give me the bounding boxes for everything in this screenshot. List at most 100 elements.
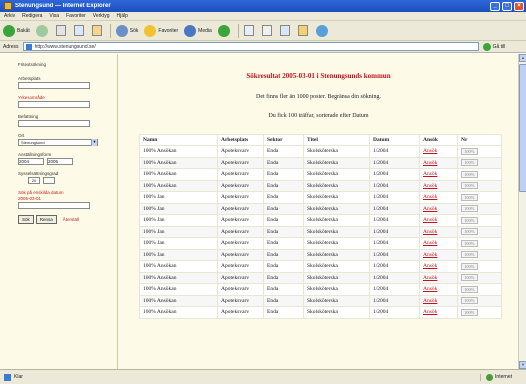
search-label: Sök bbox=[129, 27, 139, 34]
media-button[interactable]: Media bbox=[184, 24, 212, 37]
apply-link[interactable]: Ansök bbox=[419, 271, 458, 284]
menu-view[interactable]: Visa bbox=[49, 13, 59, 19]
apply-link[interactable]: Ansök bbox=[419, 179, 458, 192]
date-input[interactable] bbox=[18, 202, 90, 209]
scroll-thumb[interactable] bbox=[519, 64, 526, 192]
home-button[interactable] bbox=[91, 25, 104, 36]
refresh-button[interactable] bbox=[73, 25, 86, 36]
apply-link[interactable]: Ansök bbox=[419, 260, 458, 273]
apply-link[interactable]: Ansök bbox=[419, 225, 458, 238]
col-date[interactable]: Datum bbox=[369, 134, 420, 146]
forward-button[interactable] bbox=[35, 24, 50, 37]
apply-link[interactable]: Ansök bbox=[419, 294, 458, 307]
apply-link[interactable]: Ansök bbox=[419, 237, 458, 250]
row-action-button[interactable]: 100% bbox=[461, 147, 478, 155]
clear-form-button[interactable]: Rensa bbox=[35, 215, 57, 224]
table-cell: Apoteksvarv bbox=[217, 248, 264, 261]
go-label: Gå till bbox=[492, 43, 506, 50]
table-cell: Skolsköterska bbox=[303, 202, 370, 215]
year-from-input[interactable]: 2004 bbox=[18, 158, 44, 165]
edit-button[interactable] bbox=[279, 25, 292, 36]
area-input[interactable] bbox=[18, 101, 90, 108]
col-nr[interactable]: Nr bbox=[457, 134, 502, 146]
scroll-down-icon[interactable]: ▼ bbox=[519, 361, 526, 369]
row-action-button[interactable]: 100% bbox=[461, 159, 478, 167]
apply-link[interactable]: Ansök bbox=[419, 156, 458, 169]
table-row: 100% Jan Apoteksvarv Enda Skolsköterska 1/20… bbox=[139, 248, 502, 261]
row-action-button[interactable]: 100% bbox=[461, 274, 478, 282]
maximize-button[interactable]: □ bbox=[502, 1, 512, 11]
table-cell: Skolsköterska bbox=[303, 306, 370, 319]
apply-link[interactable]: Ansök bbox=[419, 214, 458, 227]
page-title: Sökresultat 2005-03-01 i Stenungsunds ko… bbox=[246, 72, 391, 80]
close-button[interactable]: × bbox=[514, 1, 524, 11]
row-action-button[interactable]: 100% bbox=[461, 193, 478, 201]
table-cell: Skolsköterska bbox=[303, 214, 370, 227]
menu-edit[interactable]: Redigera bbox=[22, 13, 42, 19]
search-form-button[interactable]: Sök bbox=[18, 215, 34, 224]
col-sector[interactable]: Sektor bbox=[263, 134, 304, 146]
history-button[interactable] bbox=[217, 24, 232, 37]
row-action-button[interactable]: 100% bbox=[461, 262, 478, 270]
row-action-button[interactable]: 100% bbox=[461, 216, 478, 224]
apply-link[interactable]: Ansök bbox=[419, 202, 458, 215]
col-workplace[interactable]: Arbetsplats bbox=[217, 134, 264, 146]
menu-file[interactable]: Arkiv bbox=[4, 13, 15, 19]
go-button[interactable]: Gå till bbox=[482, 42, 506, 51]
folder-button[interactable] bbox=[297, 25, 310, 36]
apply-link[interactable]: Ansök bbox=[419, 168, 458, 181]
apply-link[interactable]: Ansök bbox=[419, 283, 458, 296]
col-name[interactable]: Namn bbox=[139, 134, 218, 146]
apply-link[interactable]: Ansök bbox=[419, 306, 458, 319]
print-button[interactable] bbox=[261, 25, 274, 36]
stop-button[interactable] bbox=[55, 25, 68, 36]
messenger-button[interactable] bbox=[315, 24, 330, 37]
row-action-button[interactable]: 100% bbox=[461, 239, 478, 247]
workplace-input[interactable] bbox=[18, 82, 90, 89]
security-zone: Internet bbox=[480, 373, 512, 381]
col-apply[interactable]: Ansök bbox=[419, 134, 458, 146]
scroll-up-icon[interactable]: ▲ bbox=[519, 54, 526, 62]
table-cell: 100% Jan bbox=[139, 225, 218, 238]
location-label: Ort bbox=[18, 133, 25, 138]
search-button[interactable]: Sök bbox=[115, 24, 139, 37]
menu-tools[interactable]: Verktyg bbox=[93, 13, 110, 19]
reset-link[interactable]: Återställ bbox=[63, 217, 79, 222]
address-input[interactable]: http://www.stenungsund.se/ bbox=[22, 42, 479, 51]
row-action-button[interactable]: 100% bbox=[461, 308, 478, 316]
minimize-button[interactable]: _ bbox=[490, 1, 500, 11]
menu-favorites[interactable]: Favoriter bbox=[66, 13, 86, 19]
table-cell: Skolsköterska bbox=[303, 145, 370, 158]
table-cell: Apoteksvarv bbox=[217, 283, 264, 296]
row-action-button[interactable]: 100% bbox=[461, 251, 478, 259]
table-cell: 100% Jan bbox=[139, 191, 218, 204]
row-action-button[interactable]: 100% bbox=[461, 297, 478, 305]
row-action-button[interactable]: 100% bbox=[461, 182, 478, 190]
row-action-button[interactable]: 100% bbox=[461, 285, 478, 293]
table-cell: Apoteksvarv bbox=[217, 225, 264, 238]
vertical-scrollbar[interactable]: ▲ ▼ bbox=[518, 54, 526, 369]
extent-input[interactable]: 20 bbox=[28, 177, 40, 184]
table-cell: Apoteksvarv bbox=[217, 191, 264, 204]
row-action-button[interactable]: 100% bbox=[461, 228, 478, 236]
year-to-input[interactable]: 2005 bbox=[47, 158, 73, 165]
extent-unit-input[interactable] bbox=[43, 177, 55, 184]
favorites-button[interactable]: Favoriter bbox=[144, 24, 178, 37]
apply-link[interactable]: Ansök bbox=[419, 191, 458, 204]
table-cell: Enda bbox=[263, 237, 304, 250]
position-input[interactable] bbox=[18, 120, 90, 127]
row-action-button[interactable]: 100% bbox=[461, 205, 478, 213]
table-cell: 100% Ansökan bbox=[139, 179, 218, 192]
table-cell: 100% Ansökan bbox=[139, 156, 218, 169]
apply-link[interactable]: Ansök bbox=[419, 145, 458, 158]
location-select[interactable]: Stenungsund ▼ bbox=[18, 139, 98, 146]
address-bar: Adress http://www.stenungsund.se/ Gå til… bbox=[0, 41, 526, 53]
position-label: Befattning bbox=[18, 114, 39, 119]
menu-help[interactable]: Hjälp bbox=[116, 13, 127, 19]
apply-link[interactable]: Ansök bbox=[419, 248, 458, 261]
table-row: 100% Jan Apoteksvarv Enda Skolsköterska 1/20… bbox=[139, 214, 502, 227]
col-title[interactable]: Titel bbox=[303, 134, 370, 146]
row-action-button[interactable]: 100% bbox=[461, 170, 478, 178]
mail-button[interactable] bbox=[243, 25, 256, 36]
back-button[interactable]: Bakåt bbox=[3, 24, 30, 37]
